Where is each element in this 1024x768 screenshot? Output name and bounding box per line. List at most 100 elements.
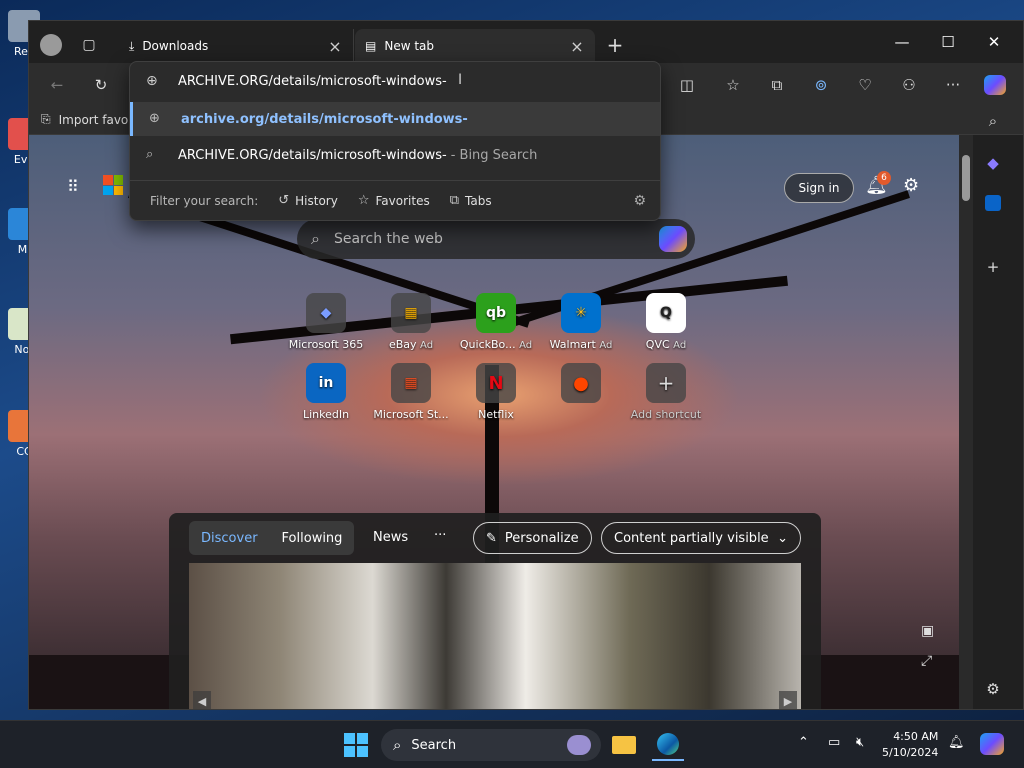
favorites-star-button[interactable]: ☆	[719, 71, 747, 99]
file-explorer-button[interactable]	[608, 729, 640, 761]
logo-square	[113, 185, 123, 195]
web-search-box[interactable]: ⌕ Search the web	[297, 219, 695, 259]
downloads-button[interactable]: ⊚	[807, 71, 835, 99]
change-background-button[interactable]: ▣	[921, 623, 934, 639]
filter-favorites[interactable]: ☆ Favorites	[358, 193, 430, 208]
network-icon: ▭	[828, 735, 841, 750]
filter-history[interactable]: ↺ History	[278, 193, 338, 208]
expand-icon: ⤢	[921, 653, 933, 669]
globe-icon: ⊕	[149, 111, 160, 126]
start-icon-square	[344, 733, 355, 744]
show-hidden-icons-button[interactable]: ⌃	[798, 735, 809, 750]
shortcut-microsoft-365[interactable]: ◆ Microsoft 365	[285, 293, 367, 351]
sign-in-label: Sign in	[798, 181, 840, 195]
copilot-button[interactable]	[981, 71, 1009, 99]
plus-icon: +	[646, 363, 686, 403]
sidebar-outlook-button[interactable]	[979, 189, 1007, 217]
copilot-taskbar-button[interactable]	[980, 733, 1004, 755]
fullscreen-button[interactable]: ⤢	[921, 653, 932, 669]
download-icon: ⤓	[129, 38, 135, 53]
microsoft-logo[interactable]	[103, 175, 123, 195]
copilot-icon: ◆	[987, 154, 999, 172]
workspaces-button[interactable]: ▢	[75, 31, 103, 59]
page-scrollbar[interactable]	[959, 135, 973, 709]
shortcut-netflix[interactable]: N Netflix	[455, 363, 537, 421]
feed-more-button[interactable]: ···	[434, 528, 446, 543]
collections-button[interactable]: ⧉	[763, 71, 791, 99]
feed-hero-image[interactable]: ◀ ▶	[189, 563, 801, 709]
refresh-button[interactable]: ↻	[87, 71, 115, 99]
folder-icon	[612, 736, 636, 754]
shortcut-label: eBay Ad	[388, 338, 434, 351]
address-input[interactable]: ⊕ ARCHIVE.ORG/details/microsoft-windows-…	[130, 62, 660, 100]
apps-launcher-button[interactable]: ⠿	[67, 177, 87, 197]
sign-in-button[interactable]: Sign in	[784, 173, 854, 203]
shortcut-qvc[interactable]: Q QVC Ad	[625, 293, 707, 351]
clock[interactable]: 4:50 AM 5/10/2024	[882, 729, 938, 761]
sidebar-add-button[interactable]: +	[979, 253, 1007, 281]
filter-settings-icon[interactable]: ⚙	[633, 193, 646, 209]
network-button[interactable]: ▭	[828, 735, 840, 750]
notification-center-button[interactable]: 🔔︎	[948, 735, 965, 750]
sidebar-search-button[interactable]: ⌕	[979, 107, 1007, 135]
shortcut-linkedin[interactable]: in LinkedIn	[285, 363, 367, 421]
volume-button[interactable]: 🔇︎	[856, 735, 864, 750]
tab-discover[interactable]: Discover	[189, 521, 270, 555]
sidebar-copilot-button[interactable]: ◆	[979, 149, 1007, 177]
suggestion-text: ARCHIVE.ORG/details/microsoft-windows-	[178, 147, 447, 163]
copilot-icon[interactable]	[659, 226, 687, 252]
extensions-button[interactable]: ⚇	[895, 71, 923, 99]
split-screen-button[interactable]: ◫	[673, 71, 701, 99]
tab-following[interactable]: Following	[270, 521, 355, 555]
microsoft-store-icon: ▦	[391, 363, 431, 403]
close-window-button[interactable]: ✕	[971, 27, 1017, 57]
content-visibility-dropdown[interactable]: Content partially visible ⌄	[601, 522, 801, 554]
netflix-icon: N	[476, 363, 516, 403]
filter-tabs[interactable]: ⧉ Tabs	[450, 193, 492, 208]
history-icon: ↺	[278, 193, 290, 208]
shortcut-ebay[interactable]: ▦ eBay Ad	[370, 293, 452, 351]
profile-button[interactable]	[37, 31, 65, 59]
personalize-button[interactable]: ✎ Personalize	[473, 522, 592, 554]
performance-button[interactable]: ♡	[851, 71, 879, 99]
start-icon-square	[357, 746, 368, 757]
profile-avatar-icon	[40, 34, 62, 56]
gear-icon: ⚙	[903, 175, 920, 196]
tabs-icon: ⧉	[449, 193, 460, 208]
heartbeat-icon: ♡	[858, 76, 872, 94]
shortcut-walmart[interactable]: ✳ Walmart Ad	[540, 293, 622, 351]
notifications-button[interactable]: 🔔︎ 6	[865, 171, 891, 201]
maximize-icon: ☐	[941, 33, 955, 51]
suggestion-url[interactable]: ⊕ archive.org/details/microsoft-windows-	[130, 102, 660, 136]
shortcut-label: Microsoft St...	[373, 408, 449, 421]
chevron-down-icon: ⌄	[777, 530, 788, 546]
minimize-button[interactable]: —	[879, 27, 925, 57]
news-link[interactable]: News	[373, 530, 408, 545]
close-tab-icon[interactable]: ×	[569, 37, 585, 56]
carousel-next-button[interactable]: ▶	[779, 691, 797, 709]
maximize-button[interactable]: ☐	[925, 27, 971, 57]
add-shortcut-button[interactable]: + Add shortcut	[625, 363, 707, 421]
new-tab-button[interactable]: +	[601, 31, 629, 59]
shortcut-label: LinkedIn	[302, 408, 350, 421]
shortcut-label: Netflix	[478, 408, 514, 421]
scroll-thumb[interactable]	[962, 155, 970, 201]
carousel-prev-button[interactable]: ◀	[193, 691, 211, 709]
shortcut-microsoft-store[interactable]: ▦ Microsoft St...	[370, 363, 452, 421]
settings-more-button[interactable]: ···	[939, 71, 967, 99]
edge-taskbar-button[interactable]	[652, 729, 684, 761]
close-tab-icon[interactable]: ×	[327, 37, 343, 56]
shortcut-quickbooks[interactable]: qb QuickBo... Ad	[455, 293, 537, 351]
sidebar-settings-button[interactable]: ⚙	[979, 675, 1007, 703]
taskbar-search-box[interactable]: ⌕ Search	[381, 729, 601, 761]
plus-icon: +	[606, 33, 624, 57]
start-button[interactable]	[344, 733, 368, 757]
suggestion-bing-search[interactable]: ⌕ ARCHIVE.ORG/details/microsoft-windows-…	[130, 138, 660, 172]
tab-downloads[interactable]: ⤓ Downloads ×	[119, 29, 354, 63]
back-button[interactable]: ←	[43, 71, 71, 99]
tab-new-tab[interactable]: ▤ New tab ×	[355, 29, 595, 63]
search-icon: ⌕	[146, 147, 154, 162]
import-favorites-link[interactable]: ⎘ Import favo	[41, 112, 128, 127]
shortcut-reddit[interactable]: ●	[540, 363, 622, 408]
page-settings-button[interactable]: ⚙	[903, 175, 919, 196]
